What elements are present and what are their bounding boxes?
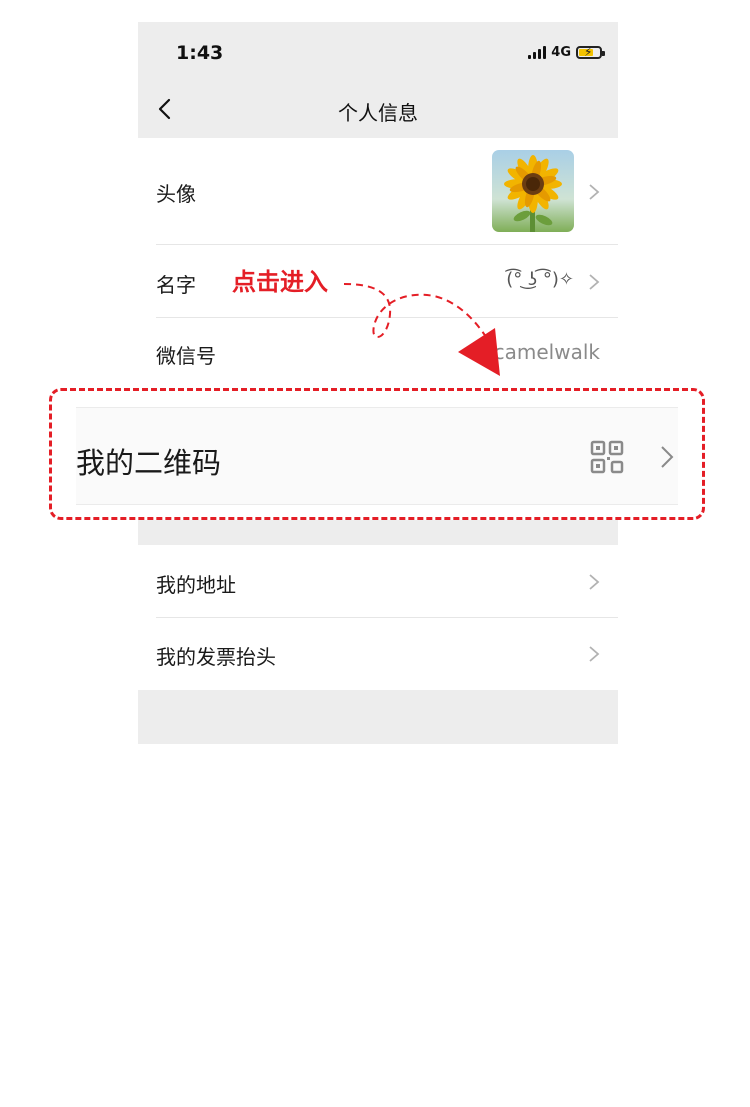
row-address[interactable]: 我的地址 bbox=[138, 545, 618, 618]
row-avatar[interactable]: 头像 bbox=[138, 138, 618, 245]
qr-label: 我的二维码 bbox=[76, 446, 222, 480]
qr-code-icon bbox=[590, 440, 624, 474]
row-label: 名字 bbox=[156, 273, 196, 297]
row-label: 微信号 bbox=[156, 344, 216, 368]
nav-bar: 个人信息 bbox=[138, 82, 618, 138]
chevron-right-icon bbox=[589, 184, 600, 200]
row-label: 我的地址 bbox=[156, 573, 236, 597]
sunflower-image bbox=[492, 150, 574, 232]
status-bar: 1:43 4G ⚡ bbox=[138, 22, 618, 82]
chevron-right-icon bbox=[661, 446, 674, 468]
page-title: 个人信息 bbox=[338, 101, 418, 125]
chevron-right-icon bbox=[589, 274, 600, 290]
status-time: 1:43 bbox=[176, 42, 224, 64]
address-group: 我的地址 我的发票抬头 bbox=[138, 545, 618, 690]
signal-icon bbox=[528, 45, 547, 59]
chevron-right-icon bbox=[589, 646, 600, 662]
avatar[interactable] bbox=[492, 150, 574, 232]
row-label: 头像 bbox=[156, 182, 196, 206]
annotation-text: 点击进入 bbox=[232, 268, 328, 296]
row-invoice[interactable]: 我的发票抬头 bbox=[138, 618, 618, 690]
dashed-arrow-icon bbox=[343, 283, 500, 376]
network-type: 4G bbox=[551, 44, 571, 60]
battery-icon: ⚡ bbox=[576, 45, 605, 59]
status-indicators: 4G ⚡ bbox=[528, 42, 605, 62]
highlight-box: 我的二维码 bbox=[49, 388, 705, 520]
chevron-right-icon bbox=[589, 574, 600, 590]
row-my-qr-code[interactable]: 我的二维码 bbox=[76, 407, 678, 505]
row-label: 我的发票抬头 bbox=[156, 645, 276, 669]
phone-screen: 1:43 4G ⚡ 个人信息 头像 名字 (͡° ͜ʖ ͡°)✧ 微信号 cam… bbox=[138, 22, 618, 744]
